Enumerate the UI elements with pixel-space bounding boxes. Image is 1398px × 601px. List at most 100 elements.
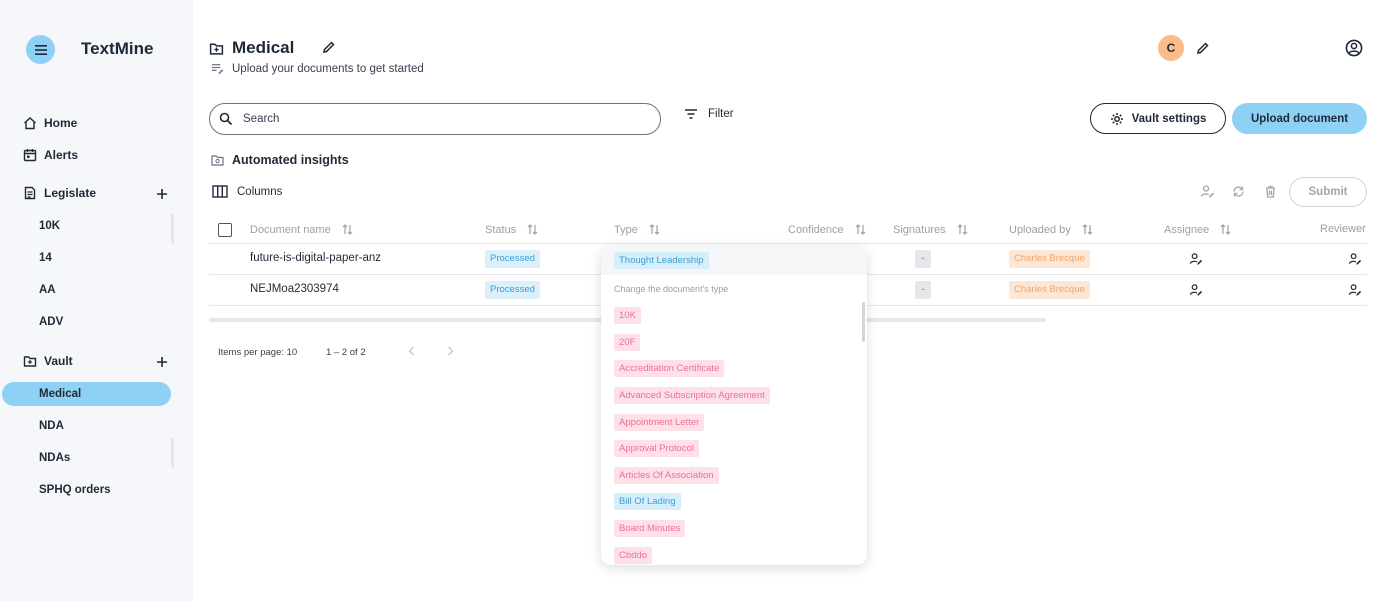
vault-settings-button[interactable]: Vault settings (1090, 103, 1226, 134)
sidebar-vault-scrollbar[interactable] (171, 438, 174, 468)
selected-type-chip[interactable]: Thought Leadership (614, 252, 709, 269)
column-header-confidence[interactable]: Confidence (788, 223, 867, 236)
edit-pencil-icon[interactable] (1196, 41, 1210, 55)
type-option[interactable]: 10K (614, 307, 641, 324)
edit-title-pencil-icon[interactable] (322, 40, 336, 54)
refresh-icon[interactable] (1231, 184, 1246, 199)
dropdown-hint: Change the document's type (614, 284, 729, 294)
signatures-badge: - (915, 281, 931, 299)
assign-user-icon[interactable] (1200, 184, 1215, 199)
assign-reviewer-icon[interactable] (1348, 283, 1362, 297)
type-option[interactable]: Articles Of Association (614, 467, 719, 484)
sidebar-item-vault[interactable]: Vault (23, 354, 73, 368)
filter-icon (685, 109, 697, 119)
uploaded-by-badge: Charles Brecque (1009, 281, 1090, 299)
search-icon (219, 112, 233, 126)
document-name[interactable]: future-is-digital-paper-anz (250, 252, 381, 264)
sidebar-item-adv[interactable]: ADV (39, 316, 63, 328)
type-option[interactable]: Board Minutes (614, 520, 686, 537)
sidebar-item-sphq-orders[interactable]: SPHQ orders (39, 484, 111, 496)
dropdown-selected-row[interactable]: Thought Leadership (601, 246, 867, 275)
avatar[interactable]: C (1158, 35, 1184, 61)
page-subtitle-group: Upload your documents to get started (211, 62, 424, 75)
add-vault-icon[interactable] (155, 355, 169, 369)
sort-icon (649, 224, 660, 235)
menu-button[interactable] (26, 35, 55, 64)
sort-icon (1082, 224, 1093, 235)
document-name[interactable]: NEJMoa2303974 (250, 283, 339, 295)
sidebar-item-14[interactable]: 14 (39, 252, 52, 264)
column-header-assignee[interactable]: Assignee (1164, 223, 1232, 236)
assign-user-icon[interactable] (1189, 283, 1203, 297)
columns-icon (212, 185, 228, 198)
column-header-status[interactable]: Status (485, 223, 539, 236)
notes-edit-icon (211, 64, 224, 75)
sort-icon (957, 224, 968, 235)
type-dropdown-menu: Thought Leadership Change the document's… (601, 246, 867, 565)
sidebar-active-highlight (2, 382, 171, 406)
column-header-reviewer[interactable]: Reviewer (1320, 223, 1366, 235)
signatures-badge: - (915, 250, 931, 268)
sidebar-item-legislate[interactable]: Legislate (23, 186, 96, 200)
type-option[interactable]: Approval Protocol (614, 440, 699, 457)
filter-label: Filter (708, 108, 734, 120)
column-header-signatures[interactable]: Signatures (893, 223, 969, 236)
filter-button[interactable]: Filter (684, 108, 734, 120)
sidebar-scrollbar[interactable] (171, 213, 174, 244)
sidebar-item-label: Home (44, 116, 78, 130)
assign-user-icon[interactable] (1189, 252, 1203, 266)
items-per-page[interactable]: Items per page: 10 (218, 347, 297, 358)
status-badge: Processed (485, 281, 540, 299)
section-title: Automated insights (232, 153, 349, 167)
page-title: Medical (232, 38, 295, 57)
sidebar-item-label: Alerts (44, 148, 79, 162)
sidebar-item-medical[interactable]: Medical (39, 388, 81, 400)
sidebar-item-home[interactable]: Home (23, 116, 77, 130)
folder-icon (211, 155, 224, 166)
vault-folder-icon (209, 42, 224, 55)
column-header-document-name[interactable]: Document name (250, 223, 354, 236)
app-title: TextMine (81, 39, 154, 58)
search-input[interactable] (243, 113, 623, 125)
account-circle-icon[interactable] (1345, 39, 1363, 57)
table-header: Document name Status Type Confidence Sig… (209, 214, 1367, 244)
upload-document-button[interactable]: Upload document (1232, 103, 1367, 134)
sidebar-item-label: Vault (44, 354, 73, 368)
type-option[interactable]: Accreditation Certificate (614, 360, 725, 377)
sidebar-item-aa[interactable]: AA (39, 284, 56, 296)
home-icon (24, 117, 36, 130)
sidebar-item-nda[interactable]: NDA (39, 420, 64, 432)
automated-insights-heading: Automated insights (210, 153, 349, 167)
search-box[interactable] (209, 103, 661, 135)
page-subtitle: Upload your documents to get started (232, 62, 424, 75)
sidebar-item-alerts[interactable]: Alerts (23, 148, 78, 162)
type-option[interactable]: Bill Of Lading (614, 493, 681, 510)
hamburger-icon (34, 44, 47, 55)
select-all-checkbox[interactable] (218, 223, 232, 237)
document-edit-icon (24, 186, 36, 200)
chevron-right-icon[interactable] (444, 345, 456, 357)
type-option[interactable]: Advanced Subscription Agreement (614, 387, 770, 404)
dropdown-scrollbar[interactable] (862, 302, 865, 342)
sidebar-item-label: Legislate (44, 186, 97, 200)
sidebar-item-ndas[interactable]: NDAs (39, 452, 70, 464)
vault-settings-label: Vault settings (1131, 112, 1207, 125)
page-title-group: Medical (209, 38, 294, 58)
type-option[interactable]: Cbddo (614, 547, 652, 564)
uploaded-by-badge: Charles Brecque (1009, 250, 1090, 268)
columns-label: Columns (237, 185, 283, 198)
chevron-left-icon[interactable] (406, 345, 418, 357)
column-header-uploaded-by[interactable]: Uploaded by (1009, 223, 1094, 236)
assign-reviewer-icon[interactable] (1348, 252, 1362, 266)
vault-folder-icon (23, 356, 37, 367)
type-option[interactable]: Appointment Letter (614, 414, 705, 431)
sidebar-item-10k[interactable]: 10K (39, 220, 60, 232)
add-legislate-icon[interactable] (155, 187, 169, 201)
gear-icon (1110, 112, 1123, 125)
columns-button[interactable]: Columns (212, 185, 282, 198)
column-header-type[interactable]: Type (614, 223, 661, 236)
sort-icon (855, 224, 866, 235)
trash-icon[interactable] (1263, 184, 1278, 199)
submit-button[interactable]: Submit (1289, 177, 1367, 207)
type-option[interactable]: 20F (614, 334, 641, 351)
